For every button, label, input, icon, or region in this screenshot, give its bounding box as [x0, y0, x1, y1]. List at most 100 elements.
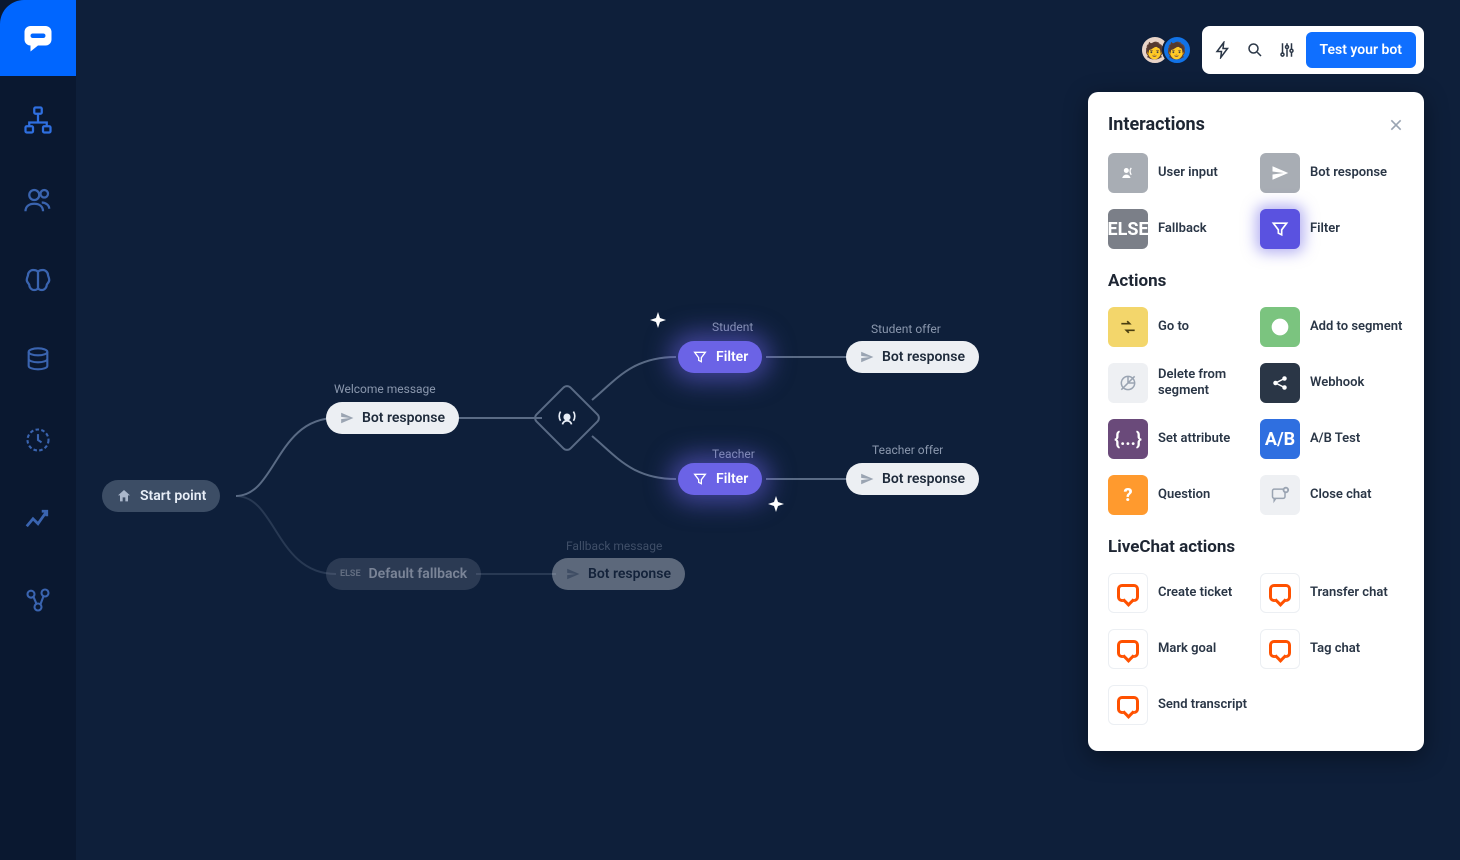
interactions-panel: Interactions User input Bot response ELS…	[1088, 92, 1424, 751]
bolt-button[interactable]	[1210, 37, 1236, 63]
sidebar-item-history[interactable]	[18, 420, 58, 460]
node-student-filter[interactable]: Filter	[678, 341, 762, 373]
filter-icon	[692, 471, 708, 487]
item-delete-segment[interactable]: Delete from segment	[1108, 363, 1252, 403]
send-icon	[860, 350, 874, 364]
node-start-point[interactable]: Start point	[102, 480, 220, 512]
pie-icon	[1260, 307, 1300, 347]
close-panel-button[interactable]	[1388, 117, 1404, 133]
ab-icon: A/B	[1260, 419, 1300, 459]
item-go-to[interactable]: Go to	[1108, 307, 1252, 347]
node-label: Start point	[140, 488, 206, 504]
test-bot-button[interactable]: Test your bot	[1306, 32, 1416, 68]
item-label: Add to segment	[1310, 319, 1402, 335]
item-label: A/B Test	[1310, 431, 1360, 447]
item-send-transcript[interactable]: Send transcript	[1108, 685, 1252, 725]
clock-dashed-icon	[24, 426, 52, 454]
section-livechat-title: LiveChat actions	[1108, 537, 1404, 557]
braces-icon: {...}	[1108, 419, 1148, 459]
node-label: Bot response	[882, 471, 965, 487]
livechat-icon	[1108, 629, 1148, 669]
item-set-attribute[interactable]: {...} Set attribute	[1108, 419, 1252, 459]
item-label: Webhook	[1310, 375, 1364, 391]
else-badge-icon: ELSE	[340, 569, 361, 579]
nodes-icon	[24, 586, 52, 614]
users-icon	[23, 185, 53, 215]
toolbar: Test your bot	[1202, 26, 1424, 74]
item-user-input[interactable]: User input	[1108, 153, 1252, 193]
node-label: Bot response	[588, 566, 671, 582]
item-ab-test[interactable]: A/B A/B Test	[1260, 419, 1404, 459]
app-logo[interactable]	[0, 0, 76, 76]
send-icon	[860, 472, 874, 486]
livechat-grid: Create ticket Transfer chat Mark goal Ta…	[1108, 573, 1404, 725]
student-label: Student	[712, 320, 753, 334]
item-bot-response[interactable]: Bot response	[1260, 153, 1404, 193]
sidebar-item-ai[interactable]	[18, 260, 58, 300]
search-icon	[1246, 41, 1264, 59]
node-default-fallback[interactable]: ELSE Default fallback	[326, 558, 481, 590]
node-teacher-filter[interactable]: Filter	[678, 463, 762, 495]
bolt-icon	[1214, 41, 1232, 59]
item-label: Set attribute	[1158, 431, 1230, 447]
item-label: User input	[1158, 165, 1218, 181]
item-label: Question	[1158, 487, 1210, 503]
node-label: Bot response	[882, 349, 965, 365]
node-label: Filter	[716, 471, 748, 487]
item-label: Send transcript	[1158, 697, 1247, 713]
sparkle-icon	[646, 310, 670, 334]
teacher-label: Teacher	[712, 447, 755, 461]
close-icon	[1388, 117, 1404, 133]
item-question[interactable]: ? Question	[1108, 475, 1252, 515]
item-label: Tag chat	[1310, 641, 1360, 657]
item-fallback[interactable]: ELSE Fallback	[1108, 209, 1252, 249]
section-actions-title: Actions	[1108, 271, 1404, 291]
else-icon: ELSE	[1108, 209, 1148, 249]
item-transfer-chat[interactable]: Transfer chat	[1260, 573, 1404, 613]
sidebar-item-analytics[interactable]	[18, 500, 58, 540]
fallback-message-label: Fallback message	[566, 539, 662, 553]
node-student-offer[interactable]: Bot response	[846, 341, 979, 373]
sidebar	[0, 0, 76, 860]
avatar[interactable]: 🧑	[1162, 35, 1192, 65]
node-teacher-offer[interactable]: Bot response	[846, 463, 979, 495]
node-fallback-bot-response[interactable]: Bot response	[552, 558, 685, 590]
user-input-icon	[1108, 153, 1148, 193]
sidebar-item-integrations[interactable]	[18, 580, 58, 620]
chat-close-icon	[1260, 475, 1300, 515]
item-create-ticket[interactable]: Create ticket	[1108, 573, 1252, 613]
item-label: Delete from segment	[1158, 367, 1252, 400]
sidebar-item-users[interactable]	[18, 180, 58, 220]
pie-slash-icon	[1108, 363, 1148, 403]
teacher-offer-label: Teacher offer	[872, 443, 943, 457]
search-button[interactable]	[1242, 37, 1268, 63]
home-icon	[116, 488, 132, 504]
node-welcome-bot-response[interactable]: Bot response	[326, 402, 459, 434]
item-label: Fallback	[1158, 221, 1207, 237]
collaborator-avatars[interactable]: 🧑 🧑	[1140, 35, 1192, 65]
item-tag-chat[interactable]: Tag chat	[1260, 629, 1404, 669]
sidebar-item-flow[interactable]	[18, 100, 58, 140]
node-branch[interactable]	[532, 383, 603, 454]
filter-icon	[692, 349, 708, 365]
node-label: Bot response	[362, 410, 445, 426]
panel-title: Interactions	[1108, 114, 1205, 135]
chat-logo-icon	[20, 20, 56, 56]
item-webhook[interactable]: Webhook	[1260, 363, 1404, 403]
item-label: Filter	[1310, 221, 1340, 237]
filter-icon	[1260, 209, 1300, 249]
item-mark-goal[interactable]: Mark goal	[1108, 629, 1252, 669]
user-input-icon	[556, 407, 578, 429]
item-add-segment[interactable]: Add to segment	[1260, 307, 1404, 347]
settings-sliders-button[interactable]	[1274, 37, 1300, 63]
item-label: Transfer chat	[1310, 585, 1388, 601]
item-close-chat[interactable]: Close chat	[1260, 475, 1404, 515]
item-filter[interactable]: Filter	[1260, 209, 1404, 249]
item-label: Close chat	[1310, 487, 1372, 503]
item-label: Go to	[1158, 319, 1189, 335]
send-icon	[1260, 153, 1300, 193]
livechat-icon	[1260, 629, 1300, 669]
sidebar-item-data[interactable]	[18, 340, 58, 380]
livechat-icon	[1108, 573, 1148, 613]
send-icon	[340, 411, 354, 425]
